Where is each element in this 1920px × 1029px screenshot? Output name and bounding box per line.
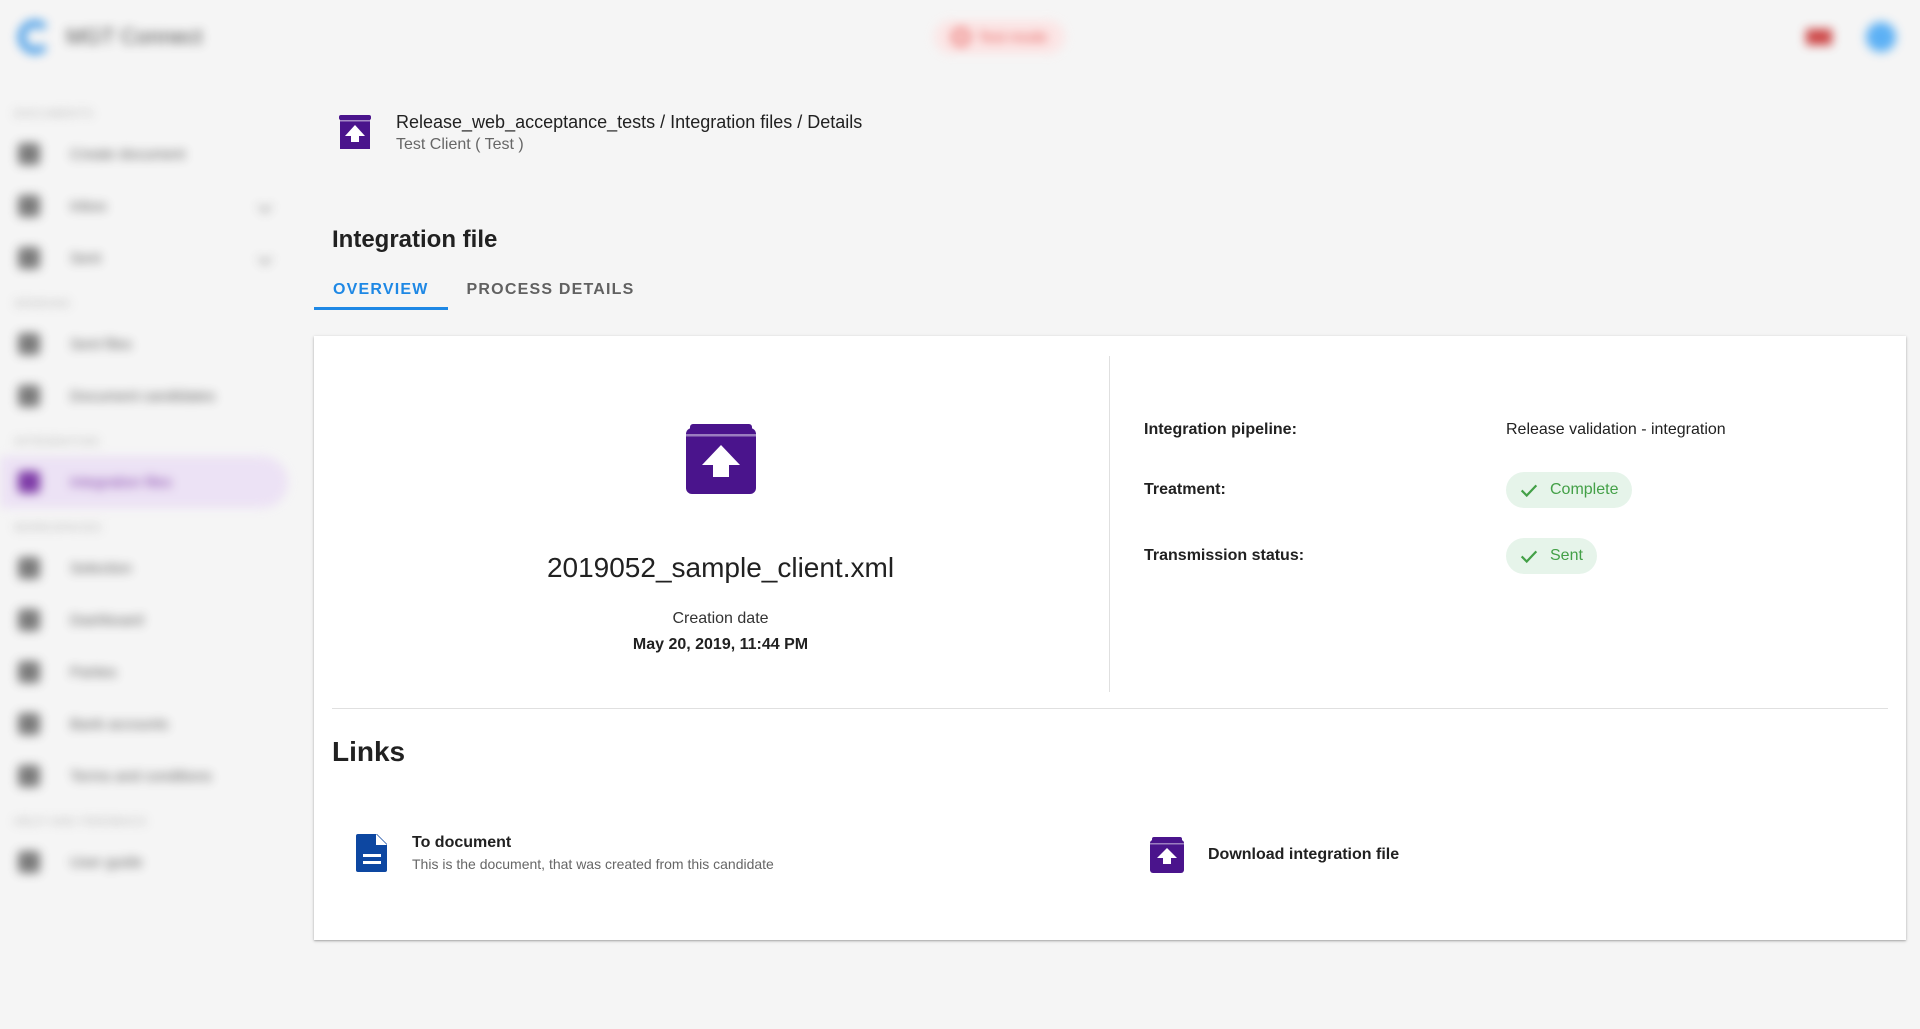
integration-file-icon (685, 424, 756, 494)
pipeline-label: Integration pipeline: (1144, 421, 1297, 438)
plus-icon (18, 143, 40, 165)
sidebar-item-terms[interactable]: Terms and conditions (0, 750, 288, 802)
test-mode-label: Test mode (978, 28, 1048, 46)
top-bar: MGT Connect Test mode (0, 0, 1920, 74)
sidebar-item-label: Create document (70, 145, 186, 163)
language-flag-icon[interactable] (1806, 29, 1832, 45)
sidebar-section-title: Integration (14, 436, 100, 448)
parties-icon (18, 661, 40, 683)
sidebar-item-sent-files[interactable]: Sent files (0, 318, 288, 370)
sidebar-item-create-document[interactable]: Create document (0, 128, 288, 180)
inbox-icon (18, 195, 40, 217)
pipeline-value: Release validation - integration (1506, 421, 1726, 438)
sidebar-item-label: Sent (70, 249, 101, 267)
tab-bar: OVERVIEW PROCESS DETAILS (314, 272, 654, 310)
property-row-transmission: Transmission status: Sent (1144, 536, 1864, 576)
test-mode-badge: Test mode (934, 20, 1066, 54)
help-icon (18, 851, 40, 873)
sidebar-item-label: Parties (70, 663, 117, 681)
bank-icon (18, 713, 40, 735)
sidebar-item-integration-files[interactable]: Integration files (0, 456, 288, 508)
sidebar-item-parties[interactable]: Parties (0, 646, 288, 698)
integration-file-icon (339, 115, 371, 149)
sidebar: Documents Create document Inbox Sent Sen… (0, 74, 300, 1029)
file-summary: 2019052_sample_client.xml Creation date … (332, 356, 1110, 692)
breadcrumb[interactable]: Release_web_acceptance_tests / Integrati… (396, 110, 862, 134)
sidebar-section-title: Help and feedback (14, 816, 148, 828)
property-row-pipeline: Integration pipeline: Release validation… (1144, 410, 1864, 450)
sidebar-item-label: Integration files (70, 473, 172, 491)
creation-date-value: May 20, 2019, 11:44 PM (632, 636, 809, 653)
sidebar-item-user-guide[interactable]: User guide (0, 836, 288, 888)
terms-icon (18, 765, 40, 787)
test-mode-icon (952, 28, 970, 46)
status-badge: Sent (1506, 538, 1597, 574)
sidebar-section-title: Sending (14, 298, 72, 310)
app-logo-icon (18, 20, 52, 54)
links-title: Links (332, 736, 406, 767)
sidebar-item-label: Sent files (70, 335, 132, 353)
sidebar-item-label: Inbox (70, 197, 107, 215)
chevron-down-icon[interactable] (257, 198, 273, 214)
sidebar-item-label: Document candidates (70, 387, 216, 405)
divider (332, 708, 1888, 709)
brand[interactable]: MGT Connect (18, 20, 203, 54)
sidebar-item-inbox[interactable]: Inbox (0, 180, 288, 232)
sidebar-item-label: Selection (70, 559, 132, 577)
page-title: Integration file (332, 226, 498, 253)
treatment-value: Complete (1550, 481, 1619, 498)
transmission-value: Sent (1550, 547, 1583, 564)
sidebar-item-label: Bank accounts (70, 715, 169, 733)
avatar[interactable] (1866, 22, 1896, 52)
page-header: Release_web_acceptance_tests / Integrati… (336, 110, 862, 156)
client-name: Test Client ( Test ) (396, 136, 524, 153)
to-document-subtitle: This is the document, that was created f… (412, 856, 774, 872)
document-candidates-icon (18, 385, 40, 407)
check-icon (1520, 484, 1538, 498)
tab-process-details[interactable]: PROCESS DETAILS (448, 272, 654, 310)
integration-icon (18, 471, 40, 493)
to-document-title: To document (412, 834, 512, 851)
sidebar-item-selection[interactable]: Selection (0, 542, 288, 594)
integration-file-icon (1150, 837, 1184, 873)
to-document-link[interactable]: To document This is the document, that w… (354, 832, 774, 874)
property-row-treatment: Treatment: Complete (1144, 470, 1864, 510)
sidebar-item-label: Terms and conditions (70, 767, 212, 785)
sidebar-item-bank-accounts[interactable]: Bank accounts (0, 698, 288, 750)
file-name: 2019052_sample_client.xml (546, 552, 895, 583)
sidebar-section-title: Workspaces (14, 522, 103, 534)
sidebar-item-label: Dashboard (70, 611, 144, 629)
tab-overview[interactable]: OVERVIEW (314, 272, 448, 310)
creation-date-label: Creation date (672, 610, 769, 627)
check-icon (1520, 550, 1538, 564)
sidebar-item-sent[interactable]: Sent (0, 232, 288, 284)
transmission-label: Transmission status: (1144, 547, 1305, 564)
send-icon (18, 247, 40, 269)
top-bar-actions (1806, 22, 1896, 52)
treatment-label: Treatment: (1144, 481, 1226, 498)
sidebar-item-label: User guide (70, 853, 143, 871)
sidebar-item-dashboard[interactable]: Dashboard (0, 594, 288, 646)
file-properties: Integration pipeline: Release validation… (1144, 410, 1864, 576)
document-icon (356, 834, 387, 872)
dashboard-icon (18, 609, 40, 631)
selection-icon (18, 557, 40, 579)
sidebar-item-document-candidates[interactable]: Document candidates (0, 370, 288, 422)
download-title: Download integration file (1208, 846, 1400, 863)
file-icon (18, 333, 40, 355)
status-badge: Complete (1506, 472, 1633, 508)
sidebar-section-title: Documents (14, 108, 94, 120)
app-name: MGT Connect (66, 24, 203, 49)
overview-card: 2019052_sample_client.xml Creation date … (314, 336, 1906, 940)
download-integration-file-link[interactable]: Download integration file (1148, 835, 1399, 875)
chevron-down-icon[interactable] (257, 250, 273, 266)
